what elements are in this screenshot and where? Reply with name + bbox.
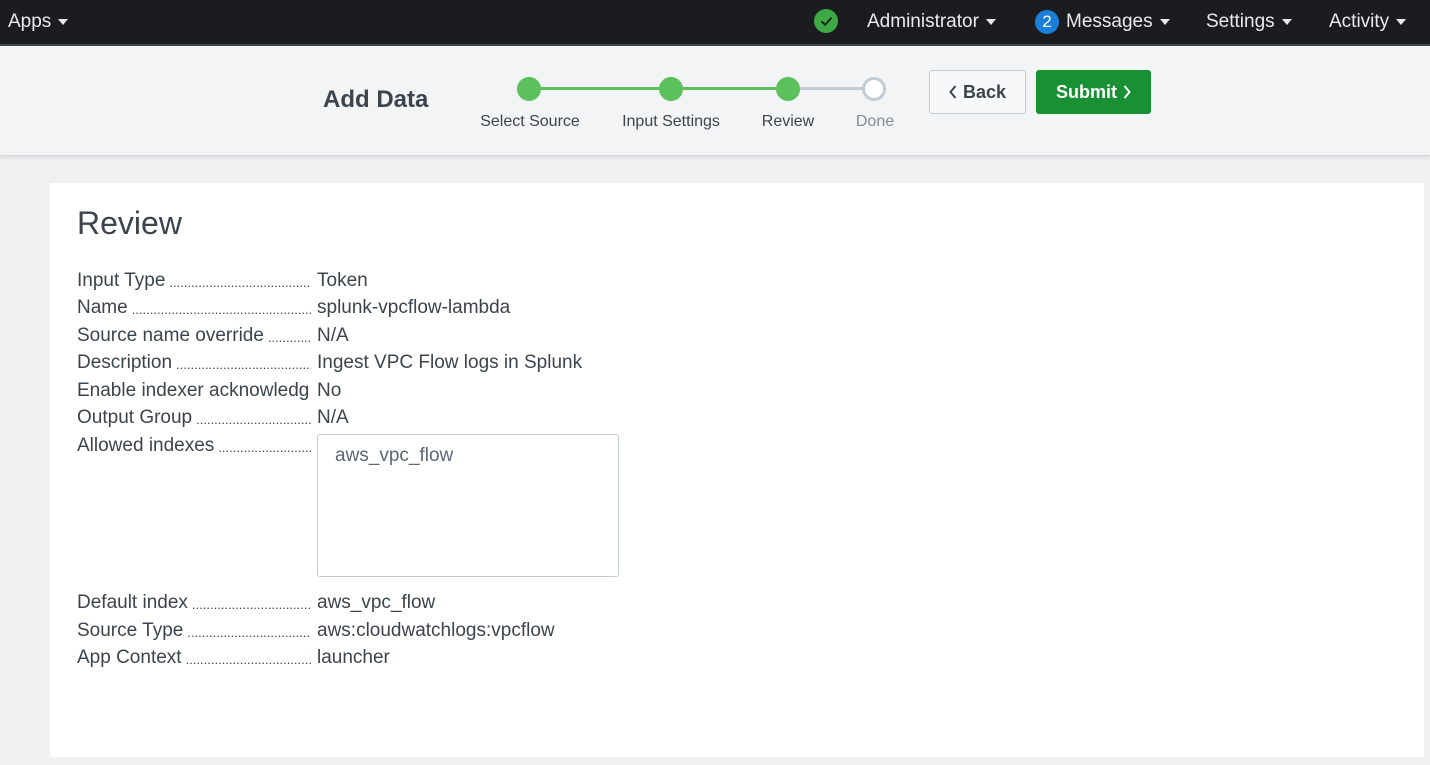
field-value: N/A	[317, 407, 349, 428]
step-dot-review	[776, 77, 800, 101]
review-heading: Review	[77, 205, 182, 241]
back-button[interactable]: Back	[929, 70, 1026, 114]
apps-menu[interactable]: Apps	[8, 0, 69, 44]
review-row-source-type: Source Type.............................…	[77, 620, 555, 646]
wizard-header: Add Data Select Source Input Settings Re…	[0, 46, 1430, 156]
messages-menu[interactable]: 2 Messages	[1035, 0, 1170, 44]
review-row-input-type: Input Type..............................…	[77, 270, 368, 296]
user-menu-label: Administrator	[867, 11, 979, 32]
step-dot-done	[862, 77, 886, 101]
field-label: Description	[77, 352, 173, 373]
activity-menu-label: Activity	[1329, 11, 1390, 32]
field-label: Source name override	[77, 325, 264, 346]
apps-menu-label: Apps	[8, 11, 52, 32]
submit-button-label: Submit	[1056, 81, 1117, 102]
step-connector	[529, 87, 671, 90]
messages-count-badge: 2	[1035, 10, 1059, 34]
review-row-name: Name....................................…	[77, 297, 510, 323]
settings-menu-label: Settings	[1206, 11, 1275, 32]
field-value: No	[317, 380, 342, 401]
field-value: aws:cloudwatchlogs:vpcflow	[317, 620, 555, 641]
field-value: aws_vpc_flow	[317, 592, 436, 613]
page-title: Add Data	[323, 86, 429, 113]
step-dot-input-settings	[659, 77, 683, 101]
top-nav-bar: Apps Administrator 2 Messages Settings A…	[0, 0, 1430, 46]
field-label: Output Group	[77, 407, 193, 428]
field-value: Ingest VPC Flow logs in Splunk	[317, 352, 583, 373]
field-label: Input Type	[77, 270, 166, 291]
step-dot-select-source	[517, 77, 541, 101]
field-label: Allowed indexes	[77, 435, 215, 456]
review-row-output-group: Output Group............................…	[77, 407, 349, 433]
field-label: Source Type	[77, 620, 184, 641]
field-value: Token	[317, 270, 368, 291]
submit-button[interactable]: Submit	[1036, 70, 1151, 114]
review-panel: Review Input Type.......................…	[50, 183, 1424, 757]
field-label: Name	[77, 297, 128, 318]
review-row-source-name-override: Source name override....................…	[77, 325, 349, 351]
settings-menu[interactable]: Settings	[1206, 0, 1292, 44]
chevron-down-icon	[58, 19, 69, 25]
field-label: Default index	[77, 592, 188, 613]
step-connector	[671, 87, 788, 90]
chevron-down-icon	[985, 19, 996, 25]
step-label-done: Done	[855, 113, 895, 130]
field-value: N/A	[317, 325, 349, 346]
check-circle-icon[interactable]	[814, 9, 838, 33]
review-row-default-index: Default index...........................…	[77, 592, 435, 618]
review-row-indexer-ack: Enable indexer acknowledg...............…	[77, 380, 341, 406]
review-row-description: Description.............................…	[77, 352, 582, 378]
field-label: App Context	[77, 647, 182, 668]
user-menu[interactable]: Administrator	[867, 0, 996, 44]
activity-menu[interactable]: Activity	[1329, 0, 1407, 44]
review-row-app-context: App Context.............................…	[77, 647, 390, 673]
field-value: splunk-vpcflow-lambda	[317, 297, 511, 318]
field-value: launcher	[317, 647, 390, 668]
chevron-down-icon	[1396, 19, 1407, 25]
allowed-indexes-list[interactable]: aws_vpc_flow	[317, 434, 619, 577]
step-label-select-source: Select Source	[480, 113, 580, 130]
chevron-down-icon	[1159, 19, 1170, 25]
messages-menu-label: Messages	[1066, 11, 1153, 32]
review-row-allowed-indexes: Allowed indexes.........................…	[77, 435, 311, 461]
field-label: Enable indexer acknowledg	[77, 380, 310, 401]
back-button-label: Back	[962, 81, 1007, 102]
chevron-right-icon	[1123, 85, 1131, 99]
chevron-left-icon	[949, 85, 957, 99]
allowed-index-item: aws_vpc_flow	[335, 445, 454, 466]
chevron-down-icon	[1281, 19, 1292, 25]
